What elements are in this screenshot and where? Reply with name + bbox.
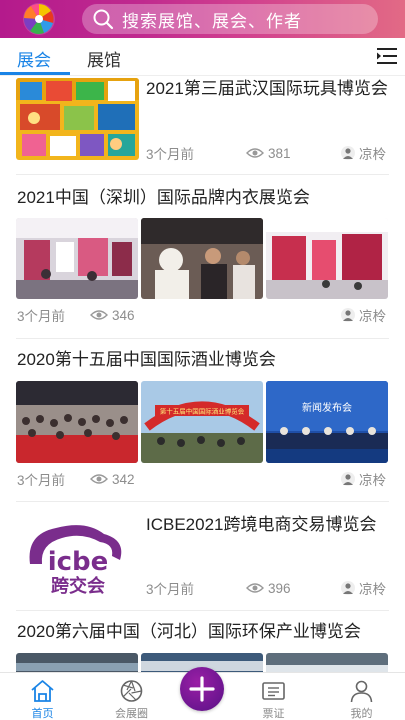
card-title[interactable]: 2021第三届武汉国际玩具博览会 [146,78,396,100]
bottom-navigation: 首页 会展圈 票证 我的 [0,667,405,720]
card-time: 3个月前 [146,144,194,162]
nav-profile[interactable]: 我的 [321,673,402,720]
card-title[interactable]: 2020第六届中国（河北）国际环保产业博览会 [17,621,397,643]
card-image-3[interactable]: 新闻发布会 [266,381,388,463]
active-tab-indicator [0,72,70,75]
list-item[interactable]: icbe 跨交会 ICBE2021跨境电商交易博览会 3个月前 396 凉柃 [0,502,405,610]
plus-icon [189,676,215,702]
liquor-expo-crowd-photo [16,381,138,463]
aperture-icon [120,680,143,702]
liquor-expo-gate-photo: 第十五届中国国际酒业博览会 [141,381,263,463]
card-image-1[interactable] [16,381,138,463]
card-thumbnail[interactable]: icbe 跨交会 [16,514,139,596]
eye-icon [246,148,264,158]
list-item[interactable]: 2021中国（深圳）国际品牌内衣展览会 3个月前 346 凉柃 [0,175,405,338]
views-count: 346 [112,307,135,323]
card-author[interactable]: 凉柃 [341,579,386,597]
card-author[interactable]: 凉柃 [341,144,386,162]
search-bar[interactable]: 搜索展馆、展会、作者 [82,4,378,34]
card-time: 3个月前 [17,470,65,488]
publish-button[interactable] [180,667,224,711]
icbe-logo-image: icbe 跨交会 [16,514,139,596]
card-time: 3个月前 [17,306,65,324]
avatar [341,472,355,486]
icbe-logo-latin: icbe [48,547,109,577]
home-icon [31,680,54,702]
nav-home-label: 首页 [31,708,54,720]
search-icon [93,9,114,30]
nav-tickets[interactable]: 票证 [233,673,314,720]
eye-icon [246,583,264,593]
gate-banner-text: 第十五届中国国际酒业博览会 [160,407,245,416]
search-placeholder: 搜索展馆、展会、作者 [122,11,302,31]
user-icon [350,680,373,703]
icbe-logo-chinese: 跨交会 [51,575,105,596]
eco-expo-photo-3 [266,653,388,672]
card-image-3[interactable] [266,653,388,672]
time-text: 3个月前 [146,147,195,162]
card-image-2[interactable]: 第十五届中国国际酒业博览会 [141,381,263,463]
list-item[interactable]: 2020第六届中国（河北）国际环保产业博览会 [0,611,405,672]
card-image-2[interactable] [141,218,263,299]
lingerie-fair-photo-2 [141,218,263,299]
avatar [341,146,355,160]
list-item[interactable]: 2020第十五届中国国际酒业博览会 第十五届中国国际酒业博览会 新闻发布会 3个… [0,339,405,501]
avatar [341,308,355,322]
list-item[interactable]: 2021第三届武汉国际玩具博览会 3个月前 381 凉柃 [0,76,405,174]
card-title[interactable]: 2021中国（深圳）国际品牌内衣展览会 [17,187,387,209]
card-author[interactable]: 凉柃 [341,306,386,324]
author-name: 凉柃 [359,582,386,597]
nav-profile-label: 我的 [350,708,373,720]
card-image-3[interactable] [266,218,388,299]
time-text: 3个月前 [17,309,66,324]
eye-icon [90,474,108,484]
time-text: 3个月前 [146,582,195,597]
card-image-1[interactable] [16,653,138,672]
tab-exhibitions[interactable]: 展会 [17,46,51,71]
views-count: 342 [112,471,135,487]
ticket-icon [262,682,285,700]
nav-tickets-label: 票证 [262,708,285,720]
exhibition-feed: 2021第三届武汉国际玩具博览会 3个月前 381 凉柃 2021中国（深圳）国… [0,76,405,672]
author-name: 凉柃 [359,309,386,324]
top-header: 搜索展馆、展会、作者 [0,0,405,38]
menu-list-icon[interactable] [377,47,397,65]
card-time: 3个月前 [146,579,194,597]
card-title[interactable]: ICBE2021跨境电商交易博览会 [146,514,396,536]
card-views: 342 [90,470,135,488]
lingerie-fair-photo-3 [266,218,388,299]
nav-circle[interactable]: 会展圈 [91,673,172,720]
card-thumbnail[interactable] [16,78,139,160]
eco-expo-photo-1 [16,653,138,672]
app-root: 搜索展馆、展会、作者 展会 展馆 2021第三届武汉国际玩具博览会 3个月前 3… [0,0,405,720]
tab-venues[interactable]: 展馆 [87,46,121,71]
views-count: 396 [268,580,291,596]
category-tabs: 展会 展馆 [0,38,405,76]
press-conference-photo: 新闻发布会 [266,381,388,463]
lingerie-fair-photo-1 [16,218,138,299]
press-screen-text: 新闻发布会 [302,401,352,414]
card-views: 396 [246,579,291,597]
eye-icon [90,310,108,320]
author-name: 凉柃 [359,473,386,488]
avatar [341,581,355,595]
author-name: 凉柃 [359,147,386,162]
toy-fair-photo [16,78,139,160]
nav-home[interactable]: 首页 [2,673,83,720]
card-title[interactable]: 2020第十五届中国国际酒业博览会 [17,349,387,371]
card-views: 346 [90,306,135,324]
card-views: 381 [246,144,291,162]
card-image-1[interactable] [16,218,138,299]
nav-circle-label: 会展圈 [115,708,148,720]
card-author[interactable]: 凉柃 [341,470,386,488]
pinwheel-logo-icon[interactable] [22,2,56,36]
time-text: 3个月前 [17,473,66,488]
views-count: 381 [268,145,291,161]
